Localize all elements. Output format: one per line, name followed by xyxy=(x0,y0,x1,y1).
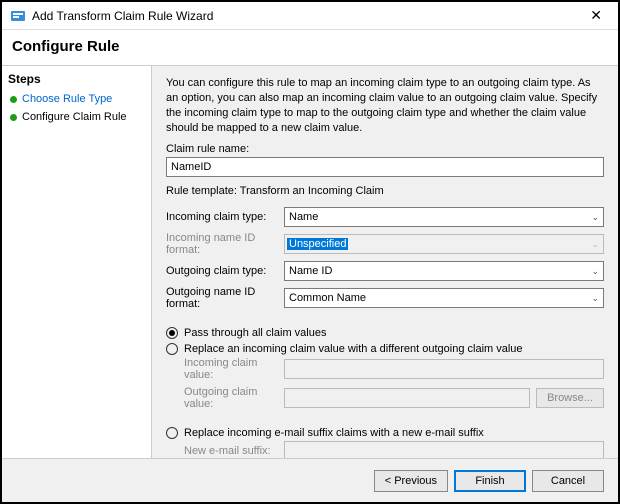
bullet-icon xyxy=(10,114,17,121)
title-bar: Add Transform Claim Rule Wizard ✕ xyxy=(2,2,618,30)
chevron-down-icon: ⌄ xyxy=(591,266,599,277)
incoming-nameid-label: Incoming name ID format: xyxy=(166,232,284,256)
outgoing-nameid-label: Outgoing name ID format: xyxy=(166,286,284,310)
finish-button[interactable]: Finish xyxy=(454,470,526,492)
close-icon[interactable]: ✕ xyxy=(582,5,610,26)
window-title: Add Transform Claim Rule Wizard xyxy=(32,9,582,23)
step-configure-claim-rule[interactable]: Configure Claim Rule xyxy=(8,108,145,126)
main-panel: You can configure this rule to map an in… xyxy=(152,66,618,464)
chevron-down-icon: ⌄ xyxy=(591,293,599,304)
claim-rule-name-label: Claim rule name: xyxy=(166,143,604,155)
step-choose-rule-type[interactable]: Choose Rule Type xyxy=(8,90,145,108)
incoming-nameid-select: Unspecified ⌄ xyxy=(284,234,604,254)
outgoing-type-label: Outgoing claim type: xyxy=(166,265,284,277)
outgoing-type-select[interactable]: Name ID ⌄ xyxy=(284,261,604,281)
radio-icon xyxy=(166,427,178,439)
incoming-type-select[interactable]: Name ⌄ xyxy=(284,207,604,227)
steps-panel: Steps Choose Rule Type Configure Claim R… xyxy=(2,66,152,464)
description-text: You can configure this rule to map an in… xyxy=(166,76,604,135)
previous-button[interactable]: < Previous xyxy=(374,470,448,492)
chevron-down-icon: ⌄ xyxy=(591,239,599,250)
incoming-value-input xyxy=(284,359,604,379)
radio-replace-value[interactable]: Replace an incoming claim value with a d… xyxy=(166,343,604,355)
button-bar: < Previous Finish Cancel xyxy=(2,458,618,502)
rule-template-text: Rule template: Transform an Incoming Cla… xyxy=(166,185,604,197)
outgoing-nameid-select[interactable]: Common Name ⌄ xyxy=(284,288,604,308)
page-title: Configure Rule xyxy=(2,30,618,66)
radio-icon xyxy=(166,327,178,339)
cancel-button[interactable]: Cancel xyxy=(532,470,604,492)
incoming-value-label: Incoming claim value: xyxy=(184,357,284,381)
new-suffix-label: New e-mail suffix: xyxy=(184,445,284,457)
claim-rule-name-input[interactable] xyxy=(166,157,604,177)
outgoing-value-label: Outgoing claim value: xyxy=(184,386,284,410)
outgoing-value-input xyxy=(284,388,530,408)
bullet-icon xyxy=(10,96,17,103)
radio-pass-through[interactable]: Pass through all claim values xyxy=(166,327,604,339)
steps-heading: Steps xyxy=(8,72,145,86)
app-icon xyxy=(10,8,26,24)
radio-icon xyxy=(166,343,178,355)
radio-replace-suffix[interactable]: Replace incoming e-mail suffix claims wi… xyxy=(166,427,604,439)
chevron-down-icon: ⌄ xyxy=(591,212,599,223)
browse-button: Browse... xyxy=(536,388,604,408)
incoming-type-label: Incoming claim type: xyxy=(166,211,284,223)
